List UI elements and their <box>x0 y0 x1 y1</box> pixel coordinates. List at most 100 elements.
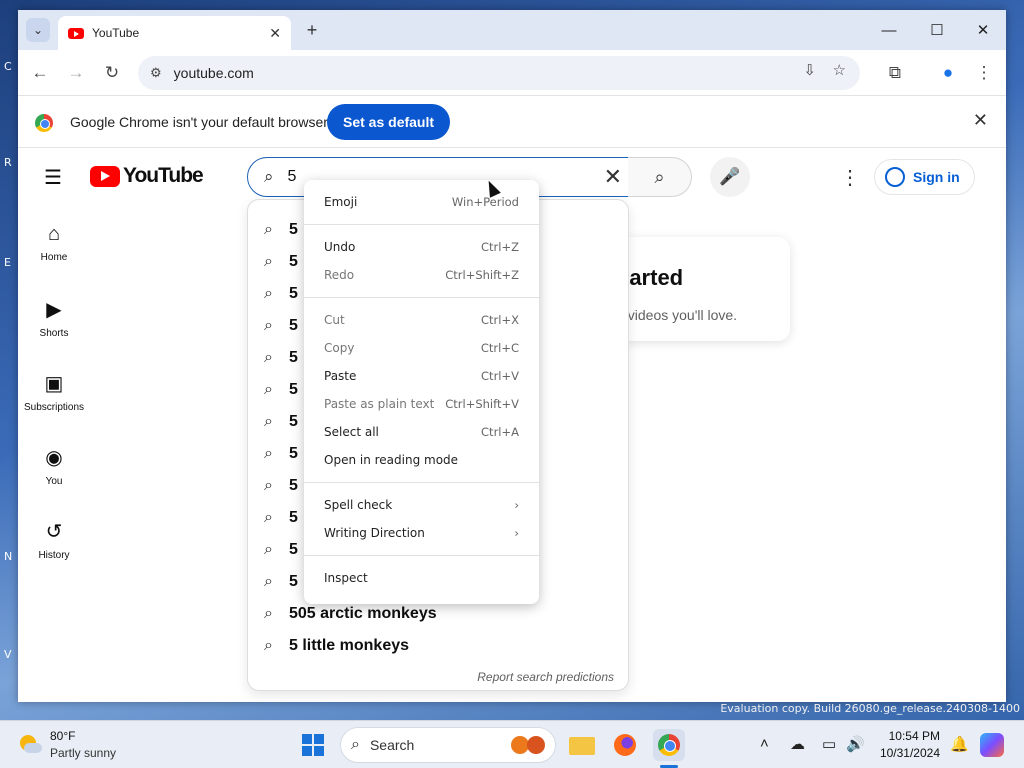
menu-item-paste[interactable]: Paste Ctrl+V <box>324 366 519 386</box>
menu-item-shortcut: Ctrl+C <box>480 341 519 355</box>
menu-item-reading-mode[interactable]: Open in reading mode <box>324 450 519 470</box>
suggestion-item[interactable]: ⌕ 5 <box>264 438 298 470</box>
menu-item-redo[interactable]: Redo Ctrl+Shift+Z <box>324 265 519 285</box>
hamburger-menu-icon[interactable]: ☰ <box>44 165 62 190</box>
menu-item-undo[interactable]: Undo Ctrl+Z <box>324 237 519 257</box>
weather-temperature[interactable]: 80°F <box>50 729 75 743</box>
suggestion-item[interactable]: ⌕ 5 <box>264 310 298 342</box>
search-button[interactable]: ⌕ <box>628 157 692 197</box>
new-tab-button[interactable]: + <box>300 18 324 42</box>
menu-item-label: Copy <box>324 341 355 355</box>
suggestion-text: 5 <box>288 285 298 302</box>
clock-date: 10/31/2024 <box>879 746 940 760</box>
search-icon: ⌕ <box>264 445 273 462</box>
suggestion-item[interactable]: ⌕ 5 <box>264 534 298 566</box>
display-icon[interactable]: ▭ <box>822 735 836 753</box>
weather-partly-sunny-icon[interactable] <box>18 733 42 757</box>
sidebar-item-history[interactable]: ↺ History <box>18 519 90 561</box>
suggestion-item[interactable]: ⌕ 5 <box>264 374 298 406</box>
desktop-icon-label: V <box>4 648 12 661</box>
suggestion-item[interactable]: ⌕ 5 <box>264 278 298 310</box>
menu-item-shortcut: Ctrl+V <box>481 369 519 383</box>
suggestion-item[interactable]: ⌕ 5 <box>264 566 298 598</box>
menu-item-shortcut: Ctrl+Z <box>481 240 519 254</box>
minimize-button[interactable]: — <box>874 18 904 42</box>
settings-kebab-icon[interactable]: ⋮ <box>840 165 860 190</box>
chrome-menu-icon[interactable]: ⋮ <box>972 61 996 85</box>
search-icon: ⌕ <box>264 637 273 654</box>
desktop-icon-label: E <box>4 256 11 269</box>
suggestion-text: 505 arctic monkeys <box>288 605 437 622</box>
menu-item-spell-check[interactable]: Spell check › <box>324 495 519 515</box>
suggestion-item[interactable]: ⌕ 5 little monkeys <box>264 630 409 662</box>
file-explorer-icon[interactable] <box>566 729 598 761</box>
sidebar-item-shorts[interactable]: ▶ Shorts <box>18 297 90 339</box>
menu-item-select-all[interactable]: Select all Ctrl+A <box>324 422 519 442</box>
profile-icon[interactable]: ● <box>936 61 960 85</box>
sidebar-item-subscriptions[interactable]: ▣ Subscriptions <box>18 371 90 413</box>
halloween-pumpkin-icon <box>509 734 549 756</box>
menu-item-copy[interactable]: Copy Ctrl+C <box>324 338 519 358</box>
sidebar-item-home[interactable]: ⌂ Home <box>18 223 90 263</box>
weather-description[interactable]: Partly sunny <box>50 746 116 760</box>
infobar-close-icon[interactable]: ✕ <box>973 110 988 131</box>
suggestion-item[interactable]: ⌕ 5 <box>264 246 298 278</box>
search-icon: ⌕ <box>264 349 273 366</box>
reload-icon[interactable]: ↻ <box>100 61 124 85</box>
sign-in-button[interactable]: Sign in <box>874 159 975 195</box>
firefox-icon[interactable] <box>609 729 641 761</box>
clear-search-icon[interactable]: ✕ <box>604 164 622 190</box>
menu-item-paste-plain-text[interactable]: Paste as plain text Ctrl+Shift+V <box>324 394 519 414</box>
notification-bell-icon[interactable]: 🔔 <box>950 735 969 753</box>
back-arrow-icon[interactable]: ← <box>28 61 52 85</box>
browser-toolbar: ← → ↻ ⚙ youtube.com ⇩ ☆ ⧉ ● ⋮ <box>18 50 1006 96</box>
tab-youtube[interactable]: YouTube ✕ <box>58 16 291 50</box>
show-hidden-icons-chevron-icon[interactable]: ˄ <box>760 735 769 752</box>
tab-close-icon[interactable]: ✕ <box>269 25 281 42</box>
suggestion-item[interactable]: ⌕ 5 <box>264 406 298 438</box>
suggestion-item[interactable]: ⌕ 5 <box>264 214 298 246</box>
search-icon: ⌕ <box>264 605 273 622</box>
search-icon: ⌕ <box>264 167 274 186</box>
bookmark-star-icon[interactable]: ☆ <box>833 61 846 79</box>
suggestion-text: 5 little monkeys <box>288 637 410 654</box>
network-offline-icon[interactable]: ☁ <box>790 735 805 753</box>
search-icon: ⌕ <box>351 736 360 753</box>
menu-item-label: Undo <box>324 240 356 254</box>
system-clock[interactable]: 10:54 PM 10/31/2024 <box>876 728 940 762</box>
suggestion-text: 5 <box>288 573 298 590</box>
suggestion-text: 5 <box>288 253 298 270</box>
suggestion-text: 5 <box>288 541 298 558</box>
chrome-taskbar-icon[interactable] <box>653 729 685 761</box>
menu-item-cut[interactable]: Cut Ctrl+X <box>324 310 519 330</box>
tab-search-button[interactable]: ⌄ <box>26 18 50 42</box>
voice-search-mic-icon[interactable]: 🎤 <box>710 157 750 197</box>
menu-item-writing-direction[interactable]: Writing Direction › <box>324 523 519 543</box>
youtube-logo[interactable]: YouTube <box>90 164 204 188</box>
site-info-icon[interactable]: ⚙ <box>150 65 162 81</box>
suggestion-text: 5 <box>288 445 298 462</box>
chevron-right-icon: › <box>514 498 519 512</box>
sidebar-item-you[interactable]: ◉ You <box>18 445 90 487</box>
extensions-puzzle-icon[interactable]: ⧉ <box>883 61 907 85</box>
set-as-default-button[interactable]: Set as default <box>327 104 451 140</box>
install-app-icon[interactable]: ⇩ <box>803 61 816 79</box>
volume-icon[interactable]: 🔊 <box>846 735 865 753</box>
address-bar-url: youtube.com <box>173 65 254 81</box>
suggestion-item[interactable]: ⌕ 5 <box>264 470 298 502</box>
close-window-button[interactable]: ✕ <box>968 18 998 42</box>
report-search-predictions-link[interactable]: Report search predictions <box>477 670 614 684</box>
menu-item-inspect[interactable]: Inspect <box>324 568 519 588</box>
suggestion-item[interactable]: ⌕ 5 <box>264 342 298 374</box>
address-bar[interactable]: ⚙ youtube.com ⇩ ☆ <box>138 56 860 90</box>
menu-separator <box>304 297 539 298</box>
copilot-icon[interactable] <box>980 733 1004 757</box>
taskbar-search-box[interactable]: ⌕ Search <box>340 727 556 763</box>
menu-item-label: Open in reading mode <box>324 453 459 467</box>
forward-arrow-icon[interactable]: → <box>64 61 88 85</box>
menu-item-shortcut: Ctrl+Shift+Z <box>445 268 519 282</box>
suggestion-item[interactable]: ⌕ 5 <box>264 502 298 534</box>
desktop-icon-label: C <box>4 60 12 73</box>
windows-start-icon[interactable] <box>302 734 324 756</box>
maximize-button[interactable]: ☐ <box>922 18 952 42</box>
